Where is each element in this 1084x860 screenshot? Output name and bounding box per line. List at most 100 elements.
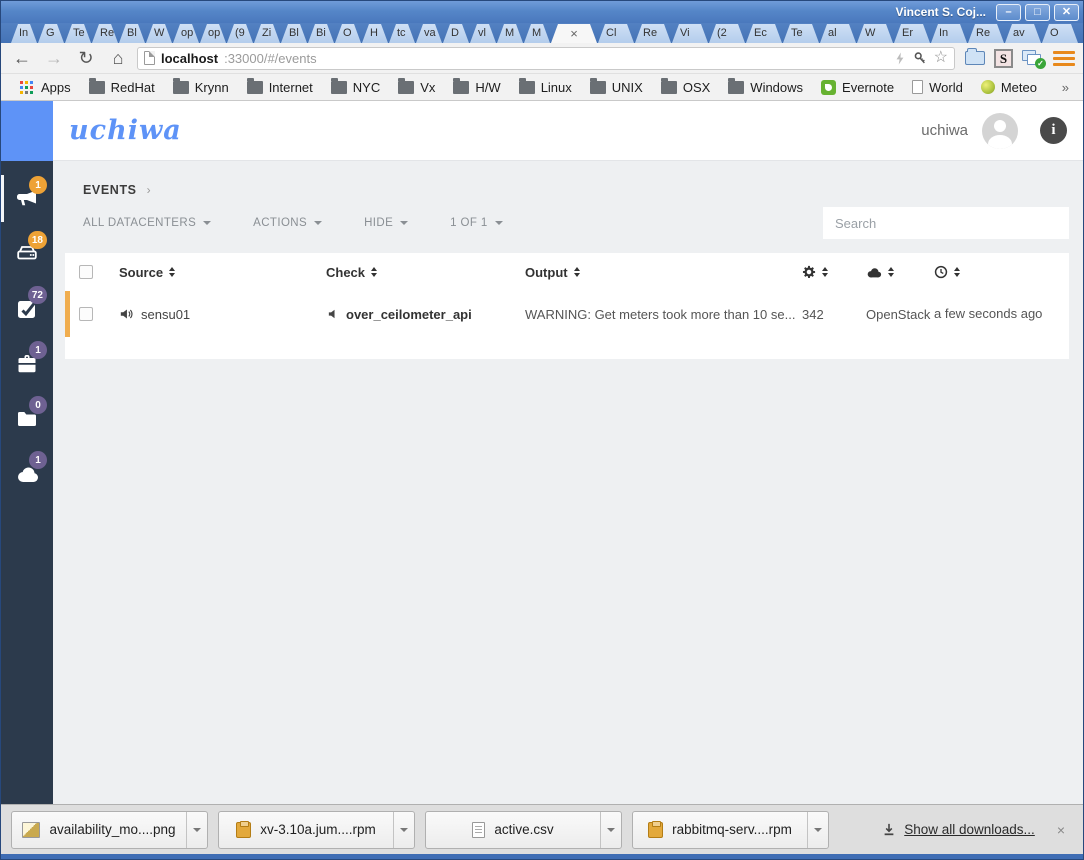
select-all-checkbox[interactable] [79, 265, 93, 279]
browser-tab[interactable]: In [931, 24, 967, 43]
reload-icon[interactable]: ↻ [73, 49, 99, 67]
download-item[interactable]: xv-3.10a.jum....rpm [218, 810, 415, 849]
key-icon[interactable] [913, 51, 927, 66]
bookmarks-overflow-icon[interactable]: » [1058, 80, 1073, 95]
browser-tab[interactable]: G [38, 24, 64, 43]
browser-tab[interactable]: av [1005, 24, 1041, 43]
browser-tab[interactable]: Cl [598, 24, 634, 43]
browser-tab[interactable]: O [1042, 24, 1078, 43]
home-icon[interactable]: ⌂ [105, 49, 131, 67]
uchiwa-logo[interactable]: uchiwa [69, 115, 182, 146]
browser-tab[interactable]: M [497, 24, 523, 43]
column-time[interactable] [934, 265, 1069, 279]
browser-tab[interactable]: Zi [254, 24, 280, 43]
browser-tab[interactable]: Bi [308, 24, 334, 43]
lightning-icon[interactable] [894, 51, 906, 66]
browser-tab[interactable]: Bl [281, 24, 307, 43]
close-button[interactable]: ✕ [1054, 3, 1079, 21]
folder-extension-icon[interactable] [965, 48, 985, 65]
bookmark-item[interactable]: Apps [11, 77, 79, 98]
active-tab[interactable]: × [551, 24, 597, 43]
download-menu-button[interactable] [807, 811, 828, 848]
bookmark-item[interactable]: Linux [511, 77, 580, 98]
filter-dropdown[interactable]: 1 OF 1 [450, 217, 503, 229]
download-menu-button[interactable] [186, 811, 207, 848]
browser-tab[interactable]: O [335, 24, 361, 43]
avatar[interactable] [982, 112, 1018, 149]
browser-tab[interactable]: Re [92, 24, 118, 43]
browser-tab[interactable]: Re [635, 24, 671, 43]
filter-dropdown[interactable]: ALL DATACENTERS [83, 217, 212, 229]
browser-tab[interactable]: Er [894, 24, 930, 43]
bookmark-star-icon[interactable]: ☆ [934, 50, 948, 66]
sidebar-item-aggregates[interactable]: 0 [1, 391, 53, 446]
browser-tab[interactable]: (2 [709, 24, 745, 43]
bookmark-item[interactable]: UNIX [582, 77, 651, 98]
sidebar-item-datacenters[interactable]: 1 [1, 446, 53, 501]
bookmark-item[interactable]: H/W [445, 77, 508, 98]
filter-dropdown[interactable]: HIDE [364, 217, 409, 229]
browser-tab[interactable]: Vi [672, 24, 708, 43]
column-source[interactable]: Source [119, 265, 326, 280]
browser-tab[interactable]: Re [968, 24, 1004, 43]
menu-icon[interactable] [1053, 49, 1075, 68]
browser-tab[interactable]: W [146, 24, 172, 43]
column-datacenter[interactable] [866, 266, 934, 279]
sidebar-item-checks[interactable]: 72 [1, 281, 53, 336]
browser-tab[interactable]: W [857, 24, 893, 43]
bookmark-item[interactable]: World [904, 77, 971, 98]
sidebar-item-clients[interactable]: 18 [1, 226, 53, 281]
download-item[interactable]: availability_mo....png [11, 810, 208, 849]
browser-tab[interactable]: Te [783, 24, 819, 43]
back-icon[interactable]: ← [9, 49, 35, 67]
bookmark-item[interactable]: Evernote [813, 77, 902, 98]
browser-tab[interactable]: vl [470, 24, 496, 43]
browser-tab[interactable]: tc [389, 24, 415, 43]
bookmark-item[interactable]: RedHat [81, 77, 163, 98]
sidebar-logo-block[interactable] [1, 101, 53, 161]
browser-tab[interactable]: D [443, 24, 469, 43]
bookmark-item[interactable]: Internet [239, 77, 321, 98]
event-source[interactable]: sensu01 [141, 307, 190, 322]
browser-tab[interactable]: Ec [746, 24, 782, 43]
sidebar-item-events[interactable]: 1 [1, 171, 53, 226]
download-item[interactable]: active.csv [425, 810, 622, 849]
bookmark-item[interactable]: NYC [323, 77, 388, 98]
maximize-button[interactable]: □ [1025, 3, 1050, 21]
browser-tab[interactable]: M [524, 24, 550, 43]
info-icon[interactable]: i [1040, 117, 1067, 144]
sidebar-item-stashes[interactable]: 1 [1, 336, 53, 391]
tab-close-icon[interactable]: × [570, 27, 578, 40]
browser-tab[interactable]: Bl [119, 24, 145, 43]
download-menu-button[interactable] [393, 811, 414, 848]
close-downloads-icon[interactable]: × [1057, 822, 1065, 838]
browser-tab[interactable]: op [200, 24, 226, 43]
download-menu-button[interactable] [600, 811, 621, 848]
browser-tab[interactable]: al [820, 24, 856, 43]
breadcrumb[interactable]: EVENTS [83, 183, 137, 197]
browser-tab[interactable]: op [173, 24, 199, 43]
show-all-downloads-link[interactable]: Show all downloads... [882, 822, 1035, 837]
bookmark-item[interactable]: Vx [390, 77, 443, 98]
windows-extension-icon[interactable]: ✓ [1022, 49, 1046, 69]
bookmark-item[interactable]: OSX [653, 77, 718, 98]
s-extension-icon[interactable]: S [994, 48, 1013, 68]
row-checkbox[interactable] [79, 307, 93, 321]
forward-icon[interactable]: → [41, 49, 67, 67]
bookmark-item[interactable]: Windows [720, 77, 811, 98]
bookmark-item[interactable]: Meteo [973, 77, 1045, 98]
browser-tab[interactable]: (9 [227, 24, 253, 43]
browser-tab[interactable]: In [11, 24, 37, 43]
table-row[interactable]: sensu01 over_ceilometer_api WARNING: Get… [65, 291, 1069, 337]
event-check[interactable]: over_ceilometer_api [346, 307, 472, 322]
browser-tab[interactable]: Te [65, 24, 91, 43]
column-occurrences[interactable] [802, 265, 866, 279]
column-check[interactable]: Check [326, 265, 525, 280]
search-input[interactable] [823, 207, 1069, 239]
address-bar[interactable]: localhost :33000/#/events ☆ [137, 46, 955, 70]
bookmark-item[interactable]: Krynn [165, 77, 237, 98]
username[interactable]: uchiwa [921, 122, 968, 139]
column-output[interactable]: Output [525, 265, 802, 280]
browser-tab[interactable]: H [362, 24, 388, 43]
download-item[interactable]: rabbitmq-serv....rpm [632, 810, 829, 849]
